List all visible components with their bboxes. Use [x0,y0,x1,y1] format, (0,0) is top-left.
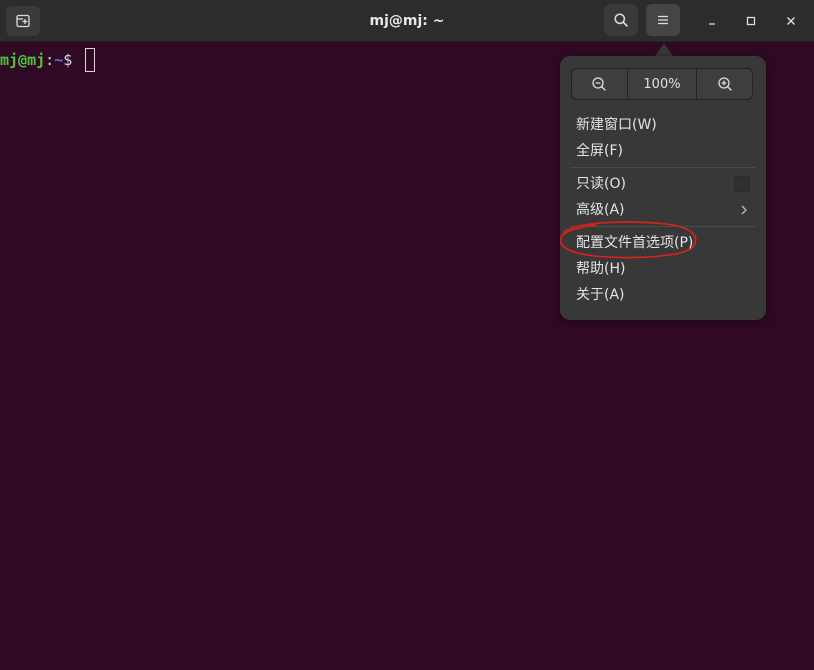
header-bar: mj@mj: ~ [0,0,814,42]
zoom-out-icon [592,77,607,91]
menu-item-label: 只读(O) [576,176,626,192]
menu-item-read-only[interactable]: 只读(O) [576,172,752,196]
minimize-icon [709,23,715,25]
close-button[interactable] [777,7,805,35]
menu-item-profile-preferences[interactable]: 配置文件首选项(P) [576,231,752,255]
hamburger-menu-icon [658,15,668,25]
zoom-level-button[interactable]: 100% [628,69,698,99]
terminal-window: mj@mj: ~ mj@mj: ~ $ 100% 新建窗口(W) 全屏(F) … [0,0,814,670]
minimize-button[interactable] [698,7,726,35]
menu-item-label: 新建窗口(W) [576,117,657,133]
search-icon [614,13,628,27]
menu-item-new-window[interactable]: 新建窗口(W) [576,113,752,137]
text-cursor [85,48,96,72]
menu-item-label: 高级(A) [576,202,625,218]
menu-separator [570,167,756,168]
zoom-controls: 100% [571,68,753,100]
read-only-checkbox[interactable] [734,176,750,192]
main-menu-button[interactable] [646,4,680,36]
menu-item-label: 全屏(F) [576,143,623,159]
search-button[interactable] [604,4,638,36]
chevron-right-icon [741,205,747,215]
zoom-in-icon [717,77,732,91]
maximize-icon [746,16,756,26]
zoom-in-button[interactable] [697,69,752,99]
menu-item-about[interactable]: 关于(A) [576,283,752,307]
menu-separator [570,226,756,227]
menu-item-label: 帮助(H) [576,261,626,277]
menu-item-advanced[interactable]: 高级(A) [576,198,752,222]
new-tab-button[interactable] [6,6,40,36]
menu-item-help[interactable]: 帮助(H) [576,257,752,281]
menu-item-label: 关于(A) [576,287,625,303]
menu-item-fullscreen[interactable]: 全屏(F) [576,139,752,163]
submenu-chevron [736,198,752,222]
main-menu-popover: 100% 新建窗口(W) 全屏(F) 只读(O) 高级(A) 配置文件首选项(P… [560,56,766,320]
prompt-line: mj@mj: ~ $ [0,48,96,72]
prompt-dollar: $ [63,51,82,69]
close-icon [787,17,795,25]
prompt-user: mj@mj [0,51,46,69]
maximize-button[interactable] [737,7,765,35]
menu-item-label: 配置文件首选项(P) [576,235,694,251]
window-title: mj@mj: ~ [369,13,445,29]
new-tab-icon [16,14,30,28]
prompt-path: ~ [54,51,64,69]
zoom-out-button[interactable] [572,69,628,99]
prompt-separator: : [45,51,55,69]
